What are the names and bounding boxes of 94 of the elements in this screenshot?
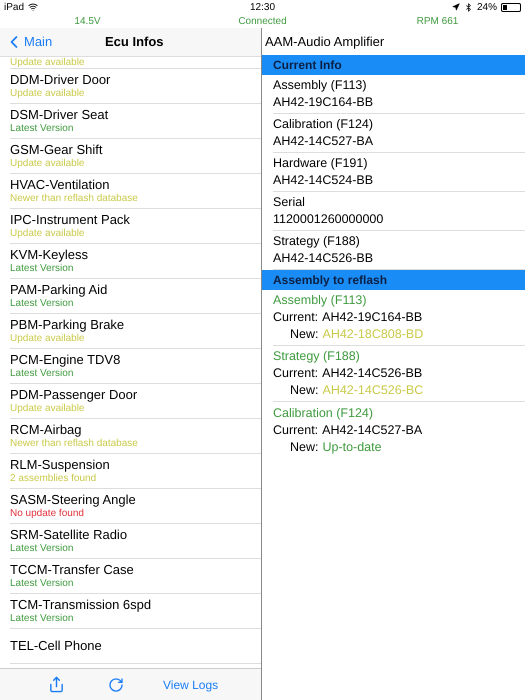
ecu-list-item[interactable]: GSM-Gear Shift Update available <box>10 139 261 174</box>
location-icon <box>452 3 460 11</box>
info-value: 1120001260000000 <box>273 211 384 228</box>
ecu-list-item[interactable]: SRM-Satellite Radio Latest Version <box>10 524 261 559</box>
clock: 12:30 <box>250 0 276 14</box>
ecu-status: No update found <box>10 508 85 520</box>
ecu-list-item[interactable]: RLM-Suspension 2 assemblies found <box>10 454 261 489</box>
ecu-status: Latest Version <box>10 298 74 310</box>
ecu-status: Latest Version <box>10 578 74 590</box>
ecu-name: TEL-Cell Phone <box>10 638 103 654</box>
info-label: Calibration (F124) <box>273 116 374 133</box>
reflash-label: Strategy (F188) <box>273 348 361 365</box>
reflash-label: Assembly (F113) <box>273 292 368 309</box>
ecu-status: Update available <box>10 158 86 170</box>
ecu-name: DDM-Driver Door <box>10 72 112 88</box>
ecu-list-item[interactable]: PAM-Parking Aid Latest Version <box>10 279 261 314</box>
ecu-status: Update available <box>10 228 86 240</box>
voltage-reading: 14.5V <box>73 14 102 28</box>
connection-status: Connected <box>237 14 288 28</box>
ecu-status: Update available <box>10 333 86 345</box>
ecu-list-item[interactable]: TEL-Cell Phone <box>10 629 261 664</box>
ecu-list-item[interactable]: RCM-Airbag Newer than reflash database <box>10 419 261 454</box>
current-label: Current: <box>273 309 318 326</box>
ecu-status: Newer than reflash database <box>10 193 139 205</box>
ecu-name: DSM-Driver Seat <box>10 107 110 123</box>
ecu-name: PBM-Parking Brake <box>10 317 126 333</box>
ecu-status: Update available <box>10 57 86 68</box>
new-value: AH42-14C526-BC <box>322 382 424 399</box>
new-value: Up-to-date <box>322 438 382 456</box>
bluetooth-icon <box>464 2 473 12</box>
new-label: New: <box>290 438 318 456</box>
new-label: New: <box>290 326 318 343</box>
info-label: Strategy (F188) <box>273 233 361 250</box>
new-label: New: <box>290 382 318 399</box>
ecu-status: Latest Version <box>10 613 74 625</box>
ecu-name: PDM-Passenger Door <box>10 387 138 403</box>
ecu-list-item[interactable]: DDM-Driver Door Update available <box>10 69 261 104</box>
ecu-name: PAM-Parking Aid <box>10 282 108 298</box>
wifi-icon <box>28 2 38 12</box>
ecu-status: Latest Version <box>10 263 74 275</box>
info-label: Serial <box>273 194 306 211</box>
ecu-name: TCCM-Transfer Case <box>10 562 135 578</box>
ecu-status: Newer than reflash database <box>10 438 139 450</box>
current-label: Current: <box>273 365 318 382</box>
reflash-label: Calibration (F124) <box>273 404 374 422</box>
ecu-name: TCM-Transmission 6spd <box>10 597 152 613</box>
ecu-list-item[interactable]: PDM-Passenger Door Update available <box>10 384 261 419</box>
device-name: iPad <box>4 0 24 14</box>
refresh-icon[interactable] <box>108 676 124 692</box>
rpm-reading: RPM 661 <box>416 14 460 28</box>
ecu-name: RLM-Suspension <box>10 457 111 473</box>
ecu-list-item[interactable]: SASM-Steering Angle No update found <box>10 489 261 524</box>
ecu-name: HVAC-Ventilation <box>10 177 110 193</box>
ecu-list-item[interactable]: PBM-Parking Brake Update available <box>10 314 261 349</box>
ecu-name: GSM-Gear Shift <box>10 142 104 158</box>
ecu-list-item[interactable]: DSM-Driver Seat Latest Version <box>10 104 261 139</box>
current-label: Current: <box>273 422 318 438</box>
info-value: AH42-14C524-BB <box>273 172 374 189</box>
nav-title: Ecu Infos <box>105 33 164 52</box>
info-value: AH42-19C164-BB <box>273 94 374 111</box>
ecu-name: SRM-Satellite Radio <box>10 527 128 543</box>
back-button[interactable]: Main <box>0 32 52 52</box>
ecu-name: RCM-Airbag <box>10 422 83 438</box>
ecu-name: KVM-Keyless <box>10 247 90 263</box>
info-label: Assembly (F113) <box>273 77 368 94</box>
new-value: AH42-18C808-BD <box>322 326 424 343</box>
ecu-status: Latest Version <box>10 543 74 555</box>
ecu-status: Update available <box>10 88 86 100</box>
info-value: AH42-14C527-BA <box>273 133 374 150</box>
section-header: Current Info <box>262 55 525 75</box>
section-header: Assembly to reflash <box>262 270 525 290</box>
ecu-list-item[interactable]: KVM-Keyless Latest Version <box>10 244 261 279</box>
battery-percent: 24% <box>476 0 497 14</box>
ecu-list-item[interactable]: TCM-Transmission 6spd Latest Version <box>10 594 261 629</box>
current-value: AH42-19C164-BB <box>322 309 422 326</box>
current-value: AH42-14C526-BB <box>322 365 422 382</box>
ecu-name: SASM-Steering Angle <box>10 492 137 508</box>
current-value: AH42-14C527-BA <box>322 422 422 438</box>
ecu-list-item[interactable]: HVAC-Ventilation Newer than reflash database <box>10 174 261 209</box>
battery-icon <box>501 2 521 12</box>
info-label: Hardware (F191) <box>273 155 368 172</box>
ecu-name: IPC-Instrument Pack <box>10 212 131 228</box>
ecu-status: Latest Version <box>10 123 74 135</box>
ecu-list-item[interactable]: PCM-Engine TDV8 Latest Version <box>10 349 261 384</box>
info-value: AH42-14C526-BB <box>273 250 374 267</box>
ecu-name: PCM-Engine TDV8 <box>10 352 122 368</box>
ecu-list-item[interactable]: IPC-Instrument Pack Update available <box>10 209 261 244</box>
ecu-list-item[interactable]: TCCM-Transfer Case Latest Version <box>10 559 261 594</box>
module-title: AAM-Audio Amplifier <box>264 32 386 51</box>
view-logs-button[interactable]: View Logs <box>163 676 218 694</box>
ecu-status: Latest Version <box>10 368 74 380</box>
ecu-status: Update available <box>10 403 86 415</box>
share-icon[interactable] <box>48 676 65 693</box>
ecu-status: 2 assemblies found <box>10 473 98 485</box>
